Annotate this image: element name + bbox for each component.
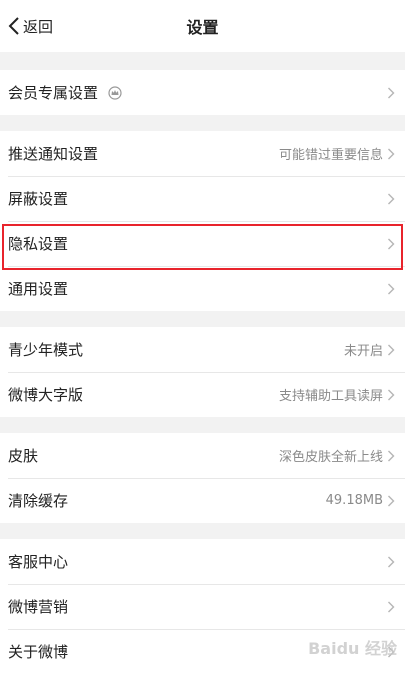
settings-row-about[interactable]: 关于微博 — [0, 629, 405, 674]
row-label: 通用设置 — [8, 280, 69, 298]
chevron-right-icon — [388, 283, 395, 294]
page-title: 设置 — [186, 18, 219, 37]
row-label: 隐私设置 — [8, 235, 69, 253]
row-label: 客服中心 — [8, 553, 69, 571]
row-label: 青少年模式 — [8, 341, 84, 359]
settings-row-privacy[interactable]: 隐私设置 — [0, 221, 405, 266]
chevron-right-icon — [388, 495, 395, 506]
row-label: 微博大字版 — [8, 386, 84, 404]
row-label: 微博营销 — [8, 598, 69, 616]
chevron-right-icon — [388, 87, 395, 98]
chevron-right-icon — [388, 646, 395, 657]
settings-group-appearance: 皮肤 深色皮肤全新上线 清除缓存 49.18MB — [0, 433, 405, 523]
crown-icon — [108, 85, 122, 100]
group-gap — [0, 311, 405, 327]
settings-row-large-font[interactable]: 微博大字版 支持辅助工具读屏 — [0, 372, 405, 417]
chevron-right-icon — [388, 148, 395, 159]
chevron-right-icon — [388, 344, 395, 355]
row-value: 深色皮肤全新上线 — [278, 450, 383, 465]
settings-group-vip: 会员专属设置 — [0, 70, 405, 115]
group-gap — [0, 52, 405, 70]
settings-row-vip[interactable]: 会员专属设置 — [0, 70, 405, 115]
row-label: 屏蔽设置 — [8, 190, 69, 208]
back-label: 返回 — [23, 17, 54, 36]
settings-row-general[interactable]: 通用设置 — [0, 266, 405, 311]
chevron-right-icon — [388, 556, 395, 567]
settings-row-block[interactable]: 屏蔽设置 — [0, 176, 405, 221]
settings-group-about: 客服中心 微博营销 关于微博 — [0, 539, 405, 674]
row-label: 清除缓存 — [8, 492, 69, 510]
group-gap — [0, 523, 405, 539]
chevron-left-icon — [8, 17, 19, 35]
settings-row-skin[interactable]: 皮肤 深色皮肤全新上线 — [0, 433, 405, 478]
row-label: 推送通知设置 — [8, 145, 99, 163]
navigation-bar: 返回 设置 — [0, 0, 405, 52]
row-value: 支持辅助工具读屏 — [278, 389, 383, 404]
row-label: 皮肤 — [8, 447, 39, 465]
row-value: 可能错过重要信息 — [278, 148, 383, 163]
chevron-right-icon — [388, 238, 395, 249]
group-gap — [0, 417, 405, 433]
back-button[interactable]: 返回 — [8, 14, 53, 38]
settings-row-support[interactable]: 客服中心 — [0, 539, 405, 584]
settings-row-teen-mode[interactable]: 青少年模式 未开启 — [0, 327, 405, 372]
settings-row-marketing[interactable]: 微博营销 — [0, 584, 405, 629]
row-value: 未开启 — [343, 344, 383, 359]
settings-row-push[interactable]: 推送通知设置 可能错过重要信息 — [0, 131, 405, 176]
row-label: 关于微博 — [8, 643, 69, 661]
chevron-right-icon — [388, 601, 395, 612]
group-gap — [0, 115, 405, 131]
chevron-right-icon — [388, 450, 395, 461]
row-label: 会员专属设置 — [8, 84, 99, 102]
row-value: 49.18MB — [325, 493, 383, 508]
chevron-right-icon — [388, 193, 395, 204]
settings-row-clear-cache[interactable]: 清除缓存 49.18MB — [0, 478, 405, 523]
settings-group-mode: 青少年模式 未开启 微博大字版 支持辅助工具读屏 — [0, 327, 405, 417]
settings-group-general: 推送通知设置 可能错过重要信息 屏蔽设置 隐私设置 通用设置 — [0, 131, 405, 311]
chevron-right-icon — [388, 389, 395, 400]
